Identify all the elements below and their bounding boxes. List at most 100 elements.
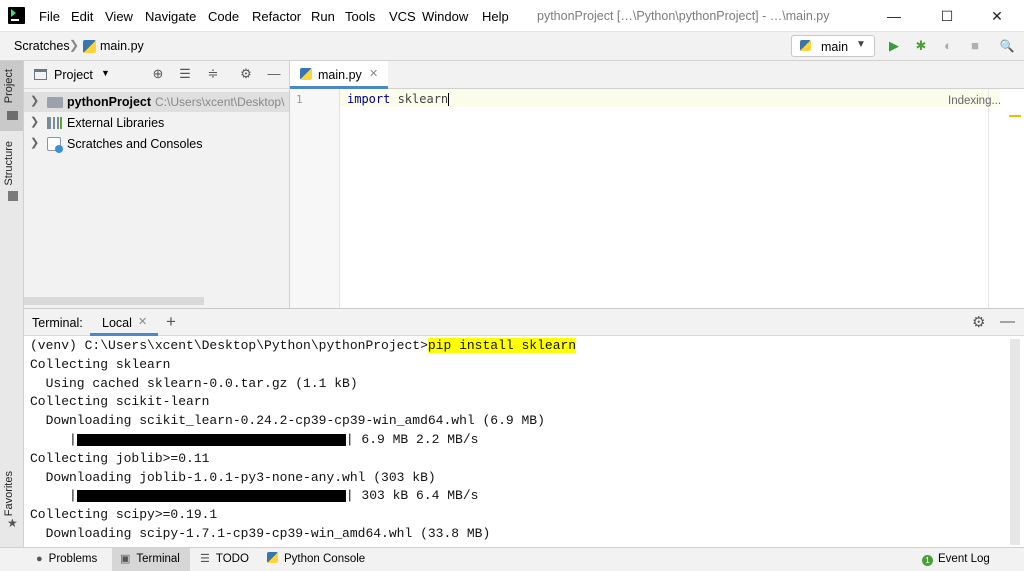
gear-icon[interactable]: ⚙ (972, 313, 985, 331)
todo-label: TODO (215, 553, 249, 565)
expand-all-icon[interactable]: ☰ (176, 66, 194, 84)
run-icon[interactable]: ▶ (886, 38, 902, 54)
download-progress-bar (76, 489, 346, 502)
progress-suffix: | 303 kB 6.4 MB/s (345, 488, 479, 504)
menu-edit[interactable]: Edit (71, 9, 93, 24)
add-terminal-icon[interactable]: + (166, 312, 176, 332)
tool-tab-structure[interactable]: Structure (3, 141, 15, 186)
tree-item-path: C:\Users\xcent\Desktop\ (155, 95, 285, 109)
editor-gutter: 1 (290, 89, 340, 308)
breadcrumb-separator-icon: ❯ (69, 38, 80, 52)
menu-tools[interactable]: Tools (345, 9, 375, 24)
menu-view[interactable]: View (105, 9, 133, 24)
menu-run[interactable]: Run (311, 9, 335, 24)
code-text: sklearn (390, 92, 449, 106)
project-view-selector[interactable]: Project (54, 68, 93, 82)
horizontal-scrollbar[interactable] (24, 297, 204, 305)
menu-code[interactable]: Code (208, 9, 239, 24)
terminal-progress-line: | | 6.9 MB 2.2 MB/s (30, 431, 1010, 450)
warning-marker[interactable] (1009, 115, 1021, 117)
breadcrumb-scratches[interactable]: Scratches (14, 39, 70, 53)
problems-icon: ● (36, 553, 43, 565)
run-configuration-selector[interactable]: main ▼ (791, 35, 875, 57)
project-panel-header: Project ▼ ⊕ ☰ ≑ ⚙ — (24, 61, 289, 89)
tool-tab-project[interactable]: Project (3, 69, 15, 103)
debug-icon[interactable]: ✱ (913, 38, 929, 54)
terminal-line: Downloading scipy-1.7.1-cp39-cp39-win_am… (30, 525, 491, 541)
folder-icon (7, 111, 18, 120)
structure-icon (8, 191, 18, 201)
indexing-status: Indexing... (948, 95, 1002, 107)
breadcrumb-file[interactable]: main.py (100, 39, 144, 53)
tool-tab-favorites[interactable]: Favorites (3, 471, 15, 516)
tree-item-project-root[interactable]: ❯ pythonProject C:\Users\xcent\Desktop\ (24, 92, 289, 112)
terminal-progress-line: | | 303 kB 6.4 MB/s (30, 487, 1010, 506)
python-console-tab[interactable]: Python Console (267, 548, 377, 571)
tree-item-external-libraries[interactable]: ❯ External Libraries (24, 113, 289, 133)
terminal-tab-local[interactable]: Local ✕ (90, 309, 158, 336)
tree-item-label: pythonProject (67, 95, 152, 109)
python-file-icon (300, 68, 312, 80)
download-progress-bar (76, 433, 346, 446)
tree-item-scratches[interactable]: ❯ Scratches and Consoles (24, 134, 289, 154)
vertical-scrollbar[interactable] (1010, 339, 1020, 545)
menu-window[interactable]: Window (422, 9, 468, 24)
terminal-output[interactable]: (venv) C:\Users\xcent\Desktop\Python\pyt… (30, 337, 1010, 548)
maximize-button[interactable]: ☐ (924, 5, 970, 27)
locate-icon[interactable]: ⊕ (149, 66, 167, 84)
code-editor[interactable]: import sklearn (347, 92, 450, 106)
terminal-icon: ▣ (120, 553, 131, 565)
chevron-down-icon[interactable]: ▼ (101, 68, 110, 78)
menu-navigate[interactable]: Navigate (145, 9, 196, 24)
todo-tab[interactable]: ☰ TODO (200, 548, 260, 571)
right-margin-guide (988, 89, 989, 308)
terminal-line: Downloading scikit_learn-0.24.2-cp39-cp3… (30, 413, 545, 429)
gear-icon[interactable]: ⚙ (237, 66, 255, 84)
editor-tab-main-py[interactable]: main.py ✕ (290, 61, 388, 89)
line-number: 1 (296, 93, 303, 106)
python-console-icon (267, 552, 278, 563)
terminal-line: (venv) C:\Users\xcent\Desktop\Python\pyt… (30, 337, 1010, 356)
folder-icon (47, 97, 63, 108)
minimize-panel-icon[interactable]: — (1000, 313, 1015, 330)
event-log-tab[interactable]: 1 Event Log (922, 548, 1002, 571)
terminal-line: Collecting scikit-learn (30, 394, 210, 410)
library-icon (47, 117, 62, 129)
search-icon[interactable]: 🔍 (999, 38, 1015, 54)
chevron-right-icon[interactable]: ❯ (30, 94, 39, 107)
close-icon[interactable]: ✕ (369, 67, 378, 80)
window-icon (34, 69, 47, 80)
close-button[interactable]: ✕ (974, 5, 1020, 27)
project-panel: Project ▼ ⊕ ☰ ≑ ⚙ — ❯ pythonProject C:\Us… (24, 61, 289, 308)
menu-help[interactable]: Help (482, 9, 509, 24)
terminal-label: Terminal (136, 553, 180, 565)
menu-refactor[interactable]: Refactor (252, 9, 301, 24)
chevron-right-icon[interactable]: ❯ (30, 115, 39, 128)
terminal-title: Terminal: (32, 316, 83, 330)
chevron-down-icon: ▼ (856, 39, 866, 50)
window-title: pythonProject […\Python\pythonProject] -… (537, 9, 830, 23)
bottom-tool-bar: ● Problems ▣ Terminal ☰ TODO Python Console… (0, 547, 1024, 571)
todo-icon: ☰ (200, 553, 210, 565)
terminal-tab[interactable]: ▣ Terminal (112, 548, 190, 571)
python-file-icon (83, 40, 96, 53)
run-configuration-label: main (821, 40, 849, 54)
chevron-right-icon[interactable]: ❯ (30, 136, 39, 149)
minimize-panel-icon[interactable]: — (265, 66, 283, 84)
menu-file[interactable]: File (39, 9, 60, 24)
menu-vcs[interactable]: VCS (389, 9, 416, 24)
python-console-label: Python Console (284, 553, 366, 565)
terminal-panel: Terminal: Local ✕ + ⚙ — (venv) C:\Users\… (24, 308, 1024, 547)
collapse-all-icon[interactable]: ≑ (204, 66, 222, 84)
event-log-label: Event Log (938, 553, 990, 565)
coverage-icon[interactable]: ◐ (940, 38, 956, 54)
stop-icon[interactable]: ■ (967, 38, 983, 54)
terminal-tab-label: Local (102, 316, 132, 330)
tree-item-label: External Libraries (67, 116, 165, 130)
problems-tab[interactable]: ● Problems (34, 548, 112, 571)
minimize-button[interactable]: — (871, 5, 917, 27)
problems-label: Problems (48, 553, 98, 565)
close-icon[interactable]: ✕ (138, 315, 147, 328)
tree-item-label: Scratches and Consoles (67, 137, 203, 151)
editor-area: main.py ✕ 1 import sklearn Indexing... (289, 61, 1024, 308)
